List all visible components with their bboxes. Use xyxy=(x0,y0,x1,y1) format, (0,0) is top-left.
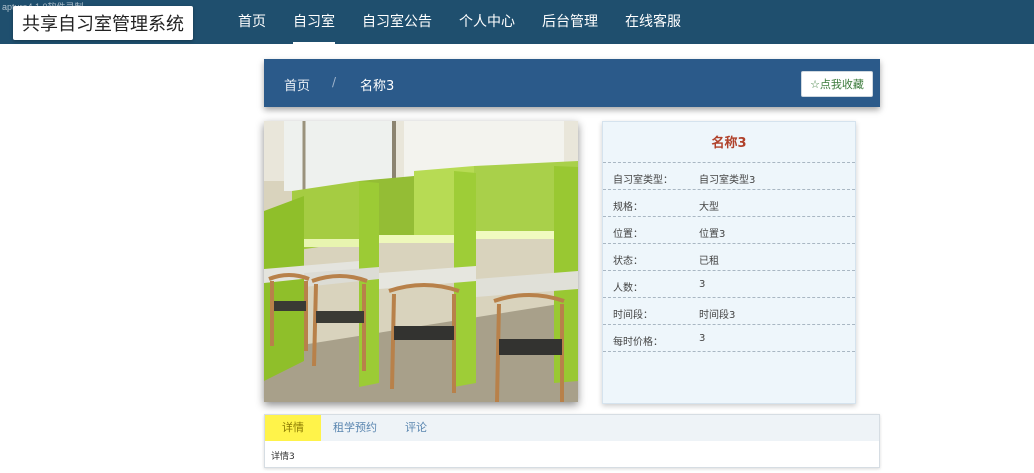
tab-booking[interactable]: 租学预约 xyxy=(327,415,383,441)
detail-tabs: 详情 租学预约 评论 详情3 xyxy=(264,414,880,468)
info-row-size: 规格： 大型 xyxy=(603,189,855,216)
nav-study-room[interactable]: 自习室 xyxy=(280,0,348,44)
info-label: 位置： xyxy=(613,229,643,240)
site-brand[interactable]: 共享自习室管理系统 xyxy=(13,6,193,40)
info-divider xyxy=(603,351,855,352)
info-row-capacity: 人数： 3 xyxy=(603,270,855,297)
main-nav: 首页 自习室 自习室公告 个人中心 后台管理 在线客服 xyxy=(225,0,695,44)
breadcrumb-separator: / xyxy=(332,75,337,89)
nav-personal-center[interactable]: 个人中心 xyxy=(446,0,528,44)
info-row-status: 状态： 已租 xyxy=(603,243,855,270)
favorite-button[interactable]: ☆点我收藏 xyxy=(801,71,873,97)
nav-online-service[interactable]: 在线客服 xyxy=(612,0,694,44)
room-info-panel: 名称3 自习室类型： 自习室类型3 规格： 大型 位置： 位置3 状态： 已租 … xyxy=(602,121,856,404)
info-label: 状态： xyxy=(613,256,643,267)
info-value: 时间段3 xyxy=(699,310,736,321)
nav-announcements[interactable]: 自习室公告 xyxy=(349,0,445,44)
info-value: 位置3 xyxy=(699,229,726,240)
info-label: 自习室类型： xyxy=(613,175,673,186)
breadcrumb-home-link[interactable]: 首页 xyxy=(284,75,310,94)
nav-home[interactable]: 首页 xyxy=(225,0,279,44)
info-row-type: 自习室类型： 自习室类型3 xyxy=(603,162,855,189)
info-value: 大型 xyxy=(699,202,719,213)
study-room-photo xyxy=(264,121,578,402)
info-row-hourly-price: 每时价格： 3 xyxy=(603,324,855,351)
info-label: 人数： xyxy=(613,283,643,294)
info-row-time-slot: 时间段： 时间段3 xyxy=(603,297,855,324)
tab-details[interactable]: 详情 xyxy=(265,415,321,441)
info-label: 规格： xyxy=(613,202,643,213)
info-label: 每时价格： xyxy=(613,337,663,348)
info-label: 时间段： xyxy=(613,310,653,321)
study-room-illustration xyxy=(264,121,578,402)
tab-content-text: 详情3 xyxy=(271,452,295,462)
info-value: 已租 xyxy=(699,256,719,267)
top-navigation-bar: apture4.1.0软件录制 共享自习室管理系统 首页 自习室 自习室公告 个… xyxy=(0,0,1034,44)
breadcrumb: 首页 / 名称3 ☆点我收藏 xyxy=(264,59,880,107)
room-title: 名称3 xyxy=(711,136,747,151)
info-value: 3 xyxy=(699,279,706,290)
tab-comments[interactable]: 评论 xyxy=(391,415,441,441)
nav-admin[interactable]: 后台管理 xyxy=(529,0,611,44)
breadcrumb-current: 名称3 xyxy=(360,79,395,94)
info-value: 3 xyxy=(699,333,706,344)
info-row-location: 位置： 位置3 xyxy=(603,216,855,243)
info-value: 自习室类型3 xyxy=(699,175,756,186)
tabs-header: 详情 租学预约 评论 xyxy=(265,415,879,441)
